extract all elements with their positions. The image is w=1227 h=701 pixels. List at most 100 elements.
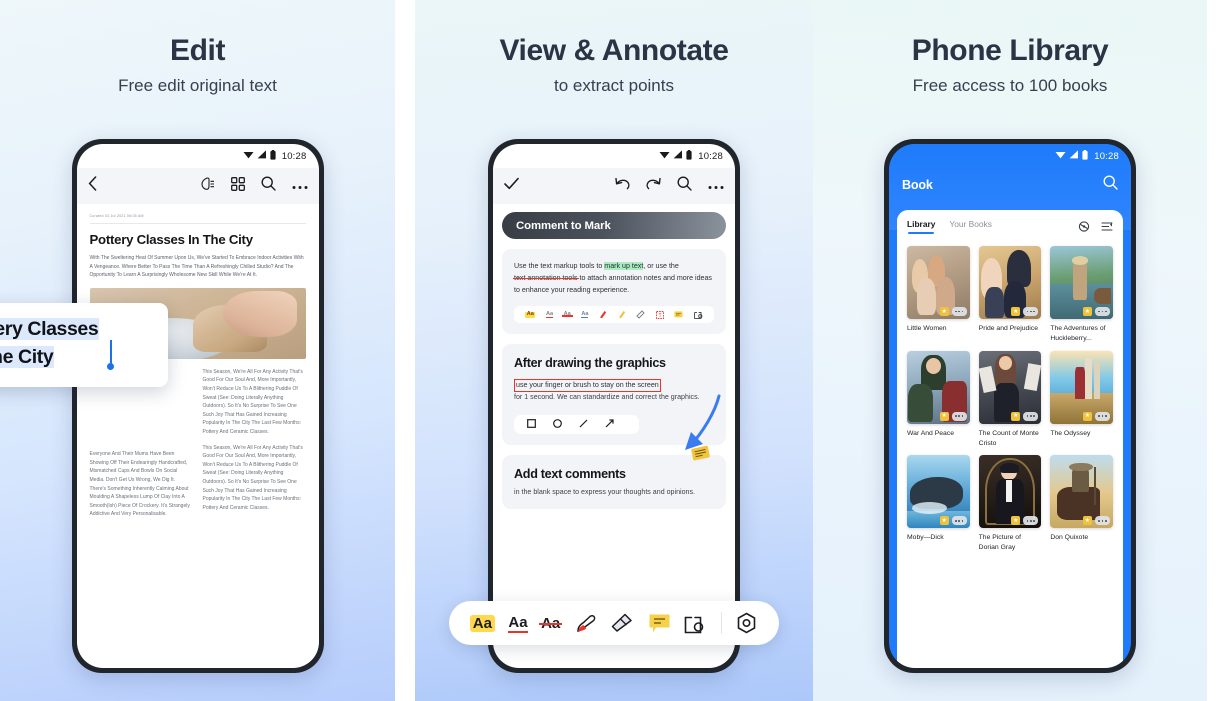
strikethrough-aa-icon[interactable]: Aa (561, 311, 574, 318)
eraser-icon[interactable] (636, 306, 645, 324)
book-more-icon[interactable] (1023, 411, 1039, 421)
strikethrough-aa-button[interactable]: Aa (539, 615, 563, 632)
tab-library[interactable]: Library (907, 219, 935, 234)
grid-view-icon[interactable] (230, 176, 245, 196)
svg-text:T: T (658, 313, 661, 319)
book-title: Pride and Prejudice (978, 325, 1038, 332)
highlight-aa-button[interactable]: Aa (469, 614, 495, 632)
book-item[interactable]: ★ Moby—Dick (907, 455, 970, 553)
search-icon[interactable] (1103, 175, 1118, 195)
book-grid: ★ Little Women ★ Pride and Prejudice ★ T… (907, 246, 1113, 553)
line-shape-icon[interactable] (579, 415, 588, 433)
document-body: Curated 03 Jul 2021 06:05 AM Pottery Cla… (77, 204, 319, 668)
book-more-icon[interactable] (1095, 411, 1110, 421)
snapshot-button[interactable] (684, 612, 707, 634)
arrow-shape-icon[interactable] (605, 415, 614, 433)
settings-button[interactable] (735, 612, 758, 635)
book-item[interactable]: ★ The Count of Monte Cristo (978, 350, 1042, 449)
book-more-icon[interactable] (1095, 307, 1110, 316)
panel-3-title: Phone Library (911, 34, 1109, 67)
tab-your-books[interactable]: Your Books (949, 219, 992, 233)
marker-pen-button[interactable] (574, 612, 597, 635)
divider (89, 223, 306, 224)
text-edit-bubble[interactable]: Pottery Classes In The City (0, 303, 168, 388)
book-more-icon[interactable] (1023, 307, 1039, 316)
premium-badge: ★ (939, 411, 949, 421)
search-icon[interactable] (677, 176, 692, 196)
comments-card-text: in the blank space to express your thoug… (514, 487, 696, 496)
premium-badge: ★ (1083, 411, 1092, 421)
search-icon[interactable] (260, 176, 276, 196)
signal-icon (1069, 150, 1079, 162)
underline-aa-icon[interactable]: Aa (545, 311, 554, 319)
wavy-aa-icon[interactable]: Aa (581, 311, 589, 319)
book-item[interactable]: ★ Pride and Prejudice (978, 246, 1042, 344)
signal-icon (673, 150, 683, 162)
little-women-cover: ★ (907, 246, 970, 319)
panel-2-title: View & Annotate (499, 34, 729, 67)
green-highlight: mark up text (604, 262, 644, 270)
undo-icon[interactable] (615, 177, 630, 195)
premium-badge: ★ (939, 307, 949, 316)
book-item[interactable]: ★ The Picture of Dorian Gray (978, 455, 1042, 553)
document-heading: Pottery Classes In The City (89, 232, 254, 247)
book-more-icon[interactable] (951, 516, 967, 526)
status-time: 10:28 (698, 150, 723, 162)
cloud-sync-icon[interactable] (1078, 219, 1090, 237)
text-comments-card: Add text comments in the blank space to … (502, 445, 726, 509)
snapshot-icon[interactable] (693, 306, 703, 324)
textbox-icon[interactable]: T (655, 306, 664, 324)
book-title: The Odyssey (1050, 429, 1091, 437)
check-icon[interactable] (504, 177, 519, 195)
pen-red-icon[interactable] (599, 306, 607, 324)
back-icon[interactable] (88, 176, 97, 196)
book-item[interactable]: ★ The Odyssey (1050, 350, 1113, 449)
library-tabs: Library Your Books (907, 219, 1113, 237)
eraser-button[interactable] (610, 612, 634, 634)
panel-2-subtitle: to extract points (553, 76, 674, 95)
strikethrough-text: text annotation tools (514, 273, 578, 282)
book-more-icon[interactable] (1095, 516, 1110, 526)
marker-yellow-icon[interactable] (618, 306, 626, 324)
panel-1-subtitle: Free edit original text (118, 76, 277, 95)
underline-aa-button[interactable]: Aa (508, 614, 528, 633)
book-more-icon[interactable] (951, 307, 967, 316)
book-item[interactable]: ★ War And Peace (907, 350, 970, 449)
toolbar-divider (720, 612, 722, 634)
panel-3-header: Phone Library Free access to 100 books (813, 0, 1207, 96)
document-right-column-text-2: This Season, We're All For Any Activity … (202, 444, 303, 511)
book-item[interactable]: ★ Little Women (907, 246, 970, 344)
selection-handle-end[interactable] (110, 340, 112, 365)
drawing-card-heading: After drawing the graphics (514, 356, 666, 371)
highlight-aa-icon[interactable]: Aa (525, 311, 536, 319)
circle-shape-icon[interactable] (553, 415, 562, 433)
premium-badge: ★ (1011, 307, 1021, 316)
note-icon[interactable] (674, 306, 683, 324)
panel-phone-library: Phone Library Free access to 100 books 1… (813, 0, 1207, 701)
book-item[interactable]: ★ Don Quixote (1050, 455, 1113, 553)
book-title: The Adventures of Huckleberry... (1050, 325, 1106, 342)
square-shape-icon[interactable] (527, 415, 536, 433)
document-left-lower-text: Everyone And Their Mums Have Been Showin… (89, 451, 190, 518)
floating-markup-toolbar: Aa Aa Aa (449, 601, 779, 645)
wifi-icon (1055, 150, 1066, 162)
note-button[interactable] (648, 613, 671, 634)
book-title: Don Quixote (1050, 534, 1089, 542)
more-icon[interactable] (292, 177, 308, 195)
don-quixote-cover: ★ (1050, 455, 1113, 529)
three-panel-feature-showcase: Edit Free edit original text 10:28 Curat… (0, 0, 1227, 701)
book-more-icon[interactable] (951, 411, 967, 421)
battery-icon (686, 149, 692, 163)
more-icon[interactable] (708, 177, 724, 195)
battery-icon (270, 149, 276, 163)
book-item[interactable]: ★ The Adventures of Huckleberry... (1050, 246, 1113, 344)
status-bar: 10:28 (889, 144, 1131, 168)
book-title: War And Peace (907, 429, 954, 437)
brightness-icon[interactable] (200, 176, 215, 196)
sort-icon[interactable] (1101, 219, 1113, 237)
redo-icon[interactable] (646, 177, 661, 195)
markup-tools-card: Use the text markup tools to mark up tex… (502, 249, 726, 335)
edit-bubble-line-2: In The City (0, 344, 151, 372)
monte-cristo-cover: ★ (978, 350, 1042, 424)
book-more-icon[interactable] (1023, 516, 1039, 526)
